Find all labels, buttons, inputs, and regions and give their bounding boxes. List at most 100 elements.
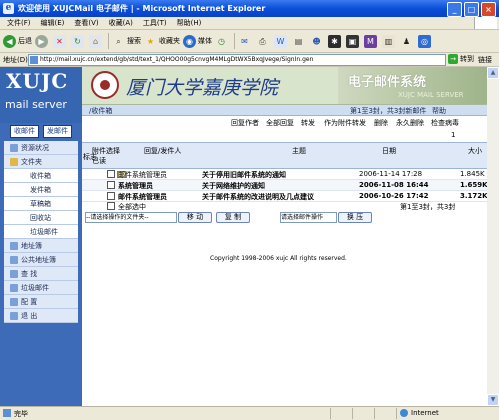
reply-all-link[interactable]: 全部回复 [266,118,294,128]
plugin3-icon: M [364,34,377,48]
title-bar: e 欢迎使用 XUJCMail 电子邮件 | - Microsoft Inter… [0,0,499,17]
print-button[interactable]: ⎙ [256,35,271,48]
copy-button[interactable]: 复 制 [216,212,250,223]
nav-item-folders[interactable]: 文件夹 [4,155,78,169]
page-info-bottom: 第1至3封，共3封 [400,203,456,211]
home-button[interactable]: ⌂ [89,34,104,48]
virus-check-link[interactable]: 检查病毒 [431,118,459,128]
mail-button[interactable]: ✉ [238,35,253,48]
reply-author-link[interactable]: 回复作者 [231,118,259,128]
plugin2-button[interactable]: ▣ [346,34,361,48]
move-button[interactable]: 移 动 [178,212,212,223]
row-subject[interactable]: 关于邮件系统的改进说明及几点建议 [202,192,314,202]
nav-item-resources[interactable]: 资源状况 [4,141,78,155]
nav-item-spam[interactable]: 垃圾邮件 [4,281,78,295]
nav-item-spam-folder[interactable]: 垃圾邮件 [4,225,78,239]
nav-label: 配 置 [21,297,38,306]
folder-select[interactable]: --请选择操作的文件夹-- [85,212,177,223]
nav-item-trash[interactable]: 回收站 [4,211,78,225]
menu-view[interactable]: 查看(V) [74,18,98,28]
page-number[interactable]: 1 [451,131,455,139]
select-all-checkbox[interactable] [107,202,115,210]
stop-button[interactable]: ✕ [53,34,68,48]
mail-logo: XUJC mail server [0,67,82,123]
mail-operation-select[interactable]: 请选择邮件操作 [280,212,337,223]
nav-item-addressbook[interactable]: 地址簿 [4,239,78,253]
maximize-button[interactable]: □ [464,2,479,17]
favorites-label: 收藏夹 [159,37,180,45]
favorites-button[interactable]: ★ 收藏夹 [144,35,180,48]
menu-edit[interactable]: 编辑(E) [41,18,65,28]
plugin-button[interactable]: ✱ [328,34,343,48]
nav-item-outbox[interactable]: 发件箱 [4,183,78,197]
status-divider [374,408,375,419]
table-row[interactable]: 邮件系统管理员 关于邮件系统的改进说明及几点建议 2006-10-26 17:4… [82,191,487,202]
messenger-button[interactable]: ☻ [310,35,325,48]
nav-item-search[interactable]: 查 找 [4,267,78,281]
nav-label: 资源状况 [21,143,49,152]
row-sender[interactable]: 邮件系统管理员 [118,170,167,180]
nav-item-logout[interactable]: 退 出 [4,309,78,323]
folder-icon [10,157,18,166]
refresh-button[interactable]: ↻ [71,34,86,48]
row-sender[interactable]: 邮件系统管理员 [118,192,167,202]
back-button[interactable]: ◀ 后退 [3,34,32,48]
nav-item-public-addressbook[interactable]: 公共地址簿 [4,253,78,267]
public-addressbook-icon [10,255,18,264]
row-checkbox[interactable] [107,192,115,200]
forward-as-attachment-link[interactable]: 作为附件转发 [324,118,366,128]
help-link[interactable]: 帮助 [432,106,446,116]
menu-help[interactable]: 帮助(H) [177,18,202,28]
close-button[interactable]: × [481,2,496,17]
search-button[interactable]: ⌕ 搜索 [112,35,141,48]
minimize-button[interactable]: _ [447,2,462,17]
go-button[interactable]: → 转到 [448,54,474,64]
nav-item-inbox[interactable]: 收件箱 [4,169,78,183]
nav-item-drafts[interactable]: 草稿箱 [4,197,78,211]
row-sender[interactable]: 系统管理员 [118,181,153,191]
plugin3-button[interactable]: M [364,34,379,48]
scroll-up-arrow-icon[interactable]: ▲ [487,67,499,79]
action-bar: 回复作者 全部回复 转发 作为附件转发 删除 永久删除 检查病毒 [82,118,487,128]
scroll-down-arrow-icon[interactable]: ▼ [487,394,499,406]
header-subject: 主题 [292,147,306,155]
nav-label: 地址簿 [21,241,42,250]
media-button[interactable]: ◉ 媒体 [183,34,212,48]
menu-file[interactable]: 文件(F) [7,18,31,28]
nav-label: 草稿箱 [30,199,51,208]
plugin4-button[interactable]: ▥ [382,34,397,48]
qq-button[interactable]: ♟ [400,35,415,48]
history-button[interactable]: ◷ [215,35,230,48]
menu-favorites[interactable]: 收藏(A) [109,18,133,28]
row-checkbox[interactable] [107,170,115,178]
plugin5-button[interactable]: ◎ [418,34,433,48]
qq-penguin-icon: ♟ [402,36,411,46]
convert-button[interactable]: 换 压 [338,212,372,223]
receive-mail-button[interactable]: 收邮件 [10,124,39,138]
nav-list: 资源状况 文件夹 收件箱 发件箱 草稿箱 回收站 垃圾邮件 地址簿 公共地址簿 … [4,141,78,323]
copyright: Copyright 1998-2006 xujc All rights rese… [210,255,347,262]
system-name: 电子邮件系统 [348,75,427,90]
row-checkbox[interactable] [107,181,115,189]
status-bar: 完毕 Internet [0,406,499,420]
nav-label: 垃圾邮件 [30,227,58,236]
send-mail-button[interactable]: 发邮件 [43,124,72,138]
nav-item-settings[interactable]: 配 置 [4,295,78,309]
row-subject[interactable]: 关于网络维护的通知 [202,181,265,191]
delete-link[interactable]: 删除 [374,118,388,128]
permanent-delete-link[interactable]: 永久删除 [396,118,424,128]
links-button[interactable]: 链接 [478,55,492,65]
back-arrow-icon: ◀ [3,34,16,48]
menu-tools[interactable]: 工具(T) [143,18,167,28]
refresh-icon: ↻ [71,34,84,48]
table-row[interactable]: 邮件系统管理员 关于停用旧邮件系统的通知 2006-11-14 17:28 1.… [82,169,487,180]
address-input[interactable]: http://mail.xujc.cn/extend/gb/std/text_1… [28,54,446,66]
forward-link[interactable]: 转发 [301,118,315,128]
vertical-scrollbar[interactable]: ▲ ▼ [487,67,499,406]
table-row[interactable]: 系统管理员 关于网络维护的通知 2006-11-08 16:44 1.659K [82,180,487,191]
row-subject[interactable]: 关于停用旧邮件系统的通知 [202,170,286,180]
discuss-button[interactable]: ▤ [292,35,307,48]
messenger-icon: ☻ [312,36,321,46]
edit-button[interactable]: W [274,34,289,48]
forward-button[interactable]: ▶ [35,34,50,48]
